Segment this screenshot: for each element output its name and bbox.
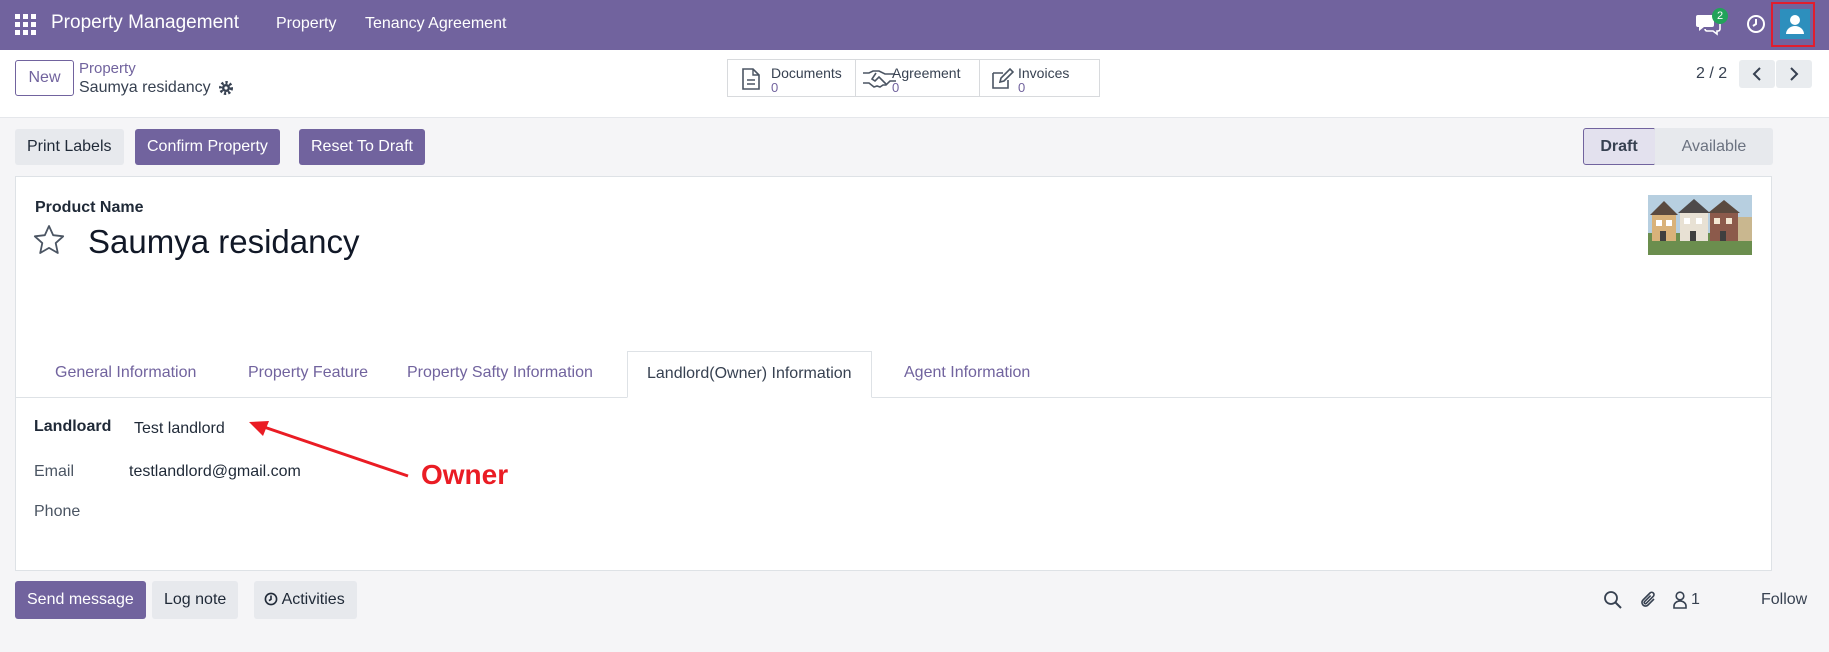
smart-label: Agreement [892,65,961,81]
status-draft[interactable]: Draft [1583,128,1655,165]
send-message-button[interactable]: Send message [15,581,146,619]
user-icon[interactable] [1672,590,1688,610]
property-image[interactable] [1648,195,1752,255]
phone-label: Phone [34,503,81,520]
confirm-property-button[interactable]: Confirm Property [135,129,280,165]
status-bar: Draft Available [1583,128,1773,165]
control-panel: New Property Saumya residancy Documents … [0,50,1829,118]
new-button[interactable]: New [15,60,74,96]
print-labels-button[interactable]: Print Labels [15,129,124,165]
paperclip-icon[interactable] [1639,590,1659,610]
search-icon[interactable] [1603,590,1623,610]
smart-value: 0 [771,80,779,95]
documents-smart-button[interactable]: Documents 0 [728,60,856,96]
pager-value[interactable]: 2 / 2 [1696,65,1727,83]
clock-icon[interactable] [1745,13,1767,35]
log-note-button[interactable]: Log note [152,581,239,619]
form-tabs: General Information Property Feature Pro… [16,351,1771,398]
gear-icon[interactable] [218,80,234,96]
status-available[interactable]: Available [1655,128,1773,165]
breadcrumb-current: Saumya residancy [79,79,211,96]
smart-label: Invoices [1018,65,1070,81]
product-name-value[interactable]: Saumya residancy [88,223,359,261]
tab-property-safety-information[interactable]: Property Safty Information [388,351,612,397]
tab-general-information[interactable]: General Information [36,351,215,397]
pager-previous-button[interactable] [1739,60,1775,88]
pager-next-button[interactable] [1776,60,1812,88]
activities-label: Activities [281,591,345,608]
tab-property-feature[interactable]: Property Feature [229,351,387,397]
tab-landlord-owner-information[interactable]: Landlord(Owner) Information [627,351,872,398]
chevron-right-icon [1790,67,1799,81]
followers-count[interactable]: 1 [1691,591,1700,609]
chat-badge: 2 [1712,8,1728,24]
menu-tenancy-agreement[interactable]: Tenancy Agreement [365,15,506,33]
breadcrumb-parent[interactable]: Property [79,60,136,77]
app-brand[interactable]: Property Management [51,12,239,34]
activities-button[interactable]: Activities [254,581,357,619]
top-navbar: Property Management Property Tenancy Agr… [0,0,1829,50]
phone-field[interactable] [129,503,349,523]
menu-property[interactable]: Property [276,15,336,33]
star-icon[interactable] [33,224,65,256]
follow-button[interactable]: Follow [1761,591,1807,609]
smart-label: Documents [771,65,842,81]
tab-agent-information[interactable]: Agent Information [885,351,1049,397]
landlord-label: Landloard [34,418,112,435]
product-name-label: Product Name [35,199,144,216]
edit-icon [992,67,1014,89]
email-label: Email [34,463,75,480]
agreement-smart-button[interactable]: Agreement 0 [856,60,980,96]
clock-icon [264,592,278,606]
apps-menu-icon[interactable] [15,14,37,36]
annotation-label: Owner [421,459,509,490]
chevron-left-icon [1752,67,1761,81]
landlord-field[interactable]: Test landlord [134,420,225,438]
invoices-smart-button[interactable]: Invoices 0 [980,60,1099,96]
handshake-icon [863,70,896,88]
smart-buttons: Documents 0 Agreement 0 Invoices 0 [727,59,1100,97]
reset-to-draft-button[interactable]: Reset To Draft [299,129,425,165]
smart-value: 0 [892,80,900,95]
smart-value: 0 [1018,80,1026,95]
file-icon [742,68,760,90]
user-avatar-icon[interactable] [1780,9,1810,39]
annotation-arrow [249,421,409,478]
